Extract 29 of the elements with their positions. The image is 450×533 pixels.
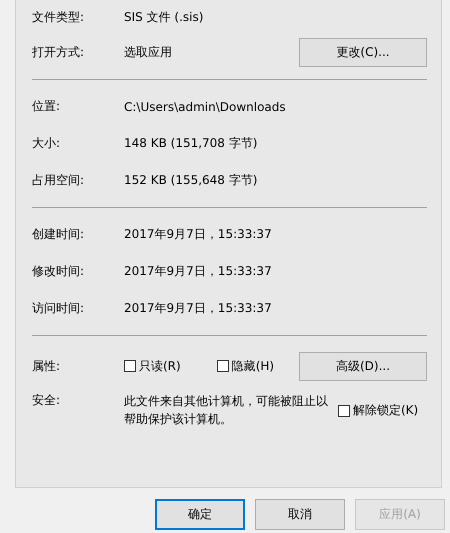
checkbox[interactable]: [124, 360, 136, 372]
field-label: 创建时间:: [32, 226, 86, 243]
field-label: 位置:: [32, 98, 62, 115]
field-label: 修改时间:: [32, 263, 86, 280]
checkbox[interactable]: [338, 404, 350, 416]
field-value: 2017年9月7日，15:33:37: [124, 226, 273, 243]
checkbox-label[interactable]: 隐藏(H): [232, 358, 274, 374]
field-label: 属性:: [32, 358, 62, 374]
field-value: C:\Users\admin\Downloads: [124, 100, 287, 114]
field-value: 148 KB (151,708 字节): [124, 135, 258, 152]
security-message: 此文件来自其他计算机，可能被阻止以帮助保护该计算机。: [124, 393, 329, 428]
advanced-button[interactable]: 高级(D)...: [299, 352, 427, 380]
checkbox[interactable]: [216, 360, 229, 372]
field-value: 2017年9月7日，15:33:37: [124, 300, 273, 317]
field-label: 打开方式:: [32, 44, 86, 61]
change-button[interactable]: 更改(C)...: [299, 38, 427, 67]
field-label: 文件类型:: [32, 8, 86, 26]
field-value: SIS 文件 (.sis): [124, 8, 204, 26]
field-label: 大小:: [32, 135, 62, 152]
field-label: 占用空间:: [32, 172, 86, 189]
dialog-button[interactable]: 确定: [155, 499, 245, 530]
field-label: 访问时间:: [32, 300, 86, 317]
checkbox-label[interactable]: 解除锁定(K): [353, 402, 418, 419]
field-label: 安全:: [32, 392, 62, 409]
field-value: 选取应用: [124, 44, 173, 61]
dialog-button[interactable]: 取消: [255, 499, 345, 530]
field-value: 152 KB (155,648 字节): [124, 172, 258, 189]
field-value: 2017年9月7日，15:33:37: [124, 263, 273, 280]
checkbox-label[interactable]: 只读(R): [139, 358, 181, 374]
